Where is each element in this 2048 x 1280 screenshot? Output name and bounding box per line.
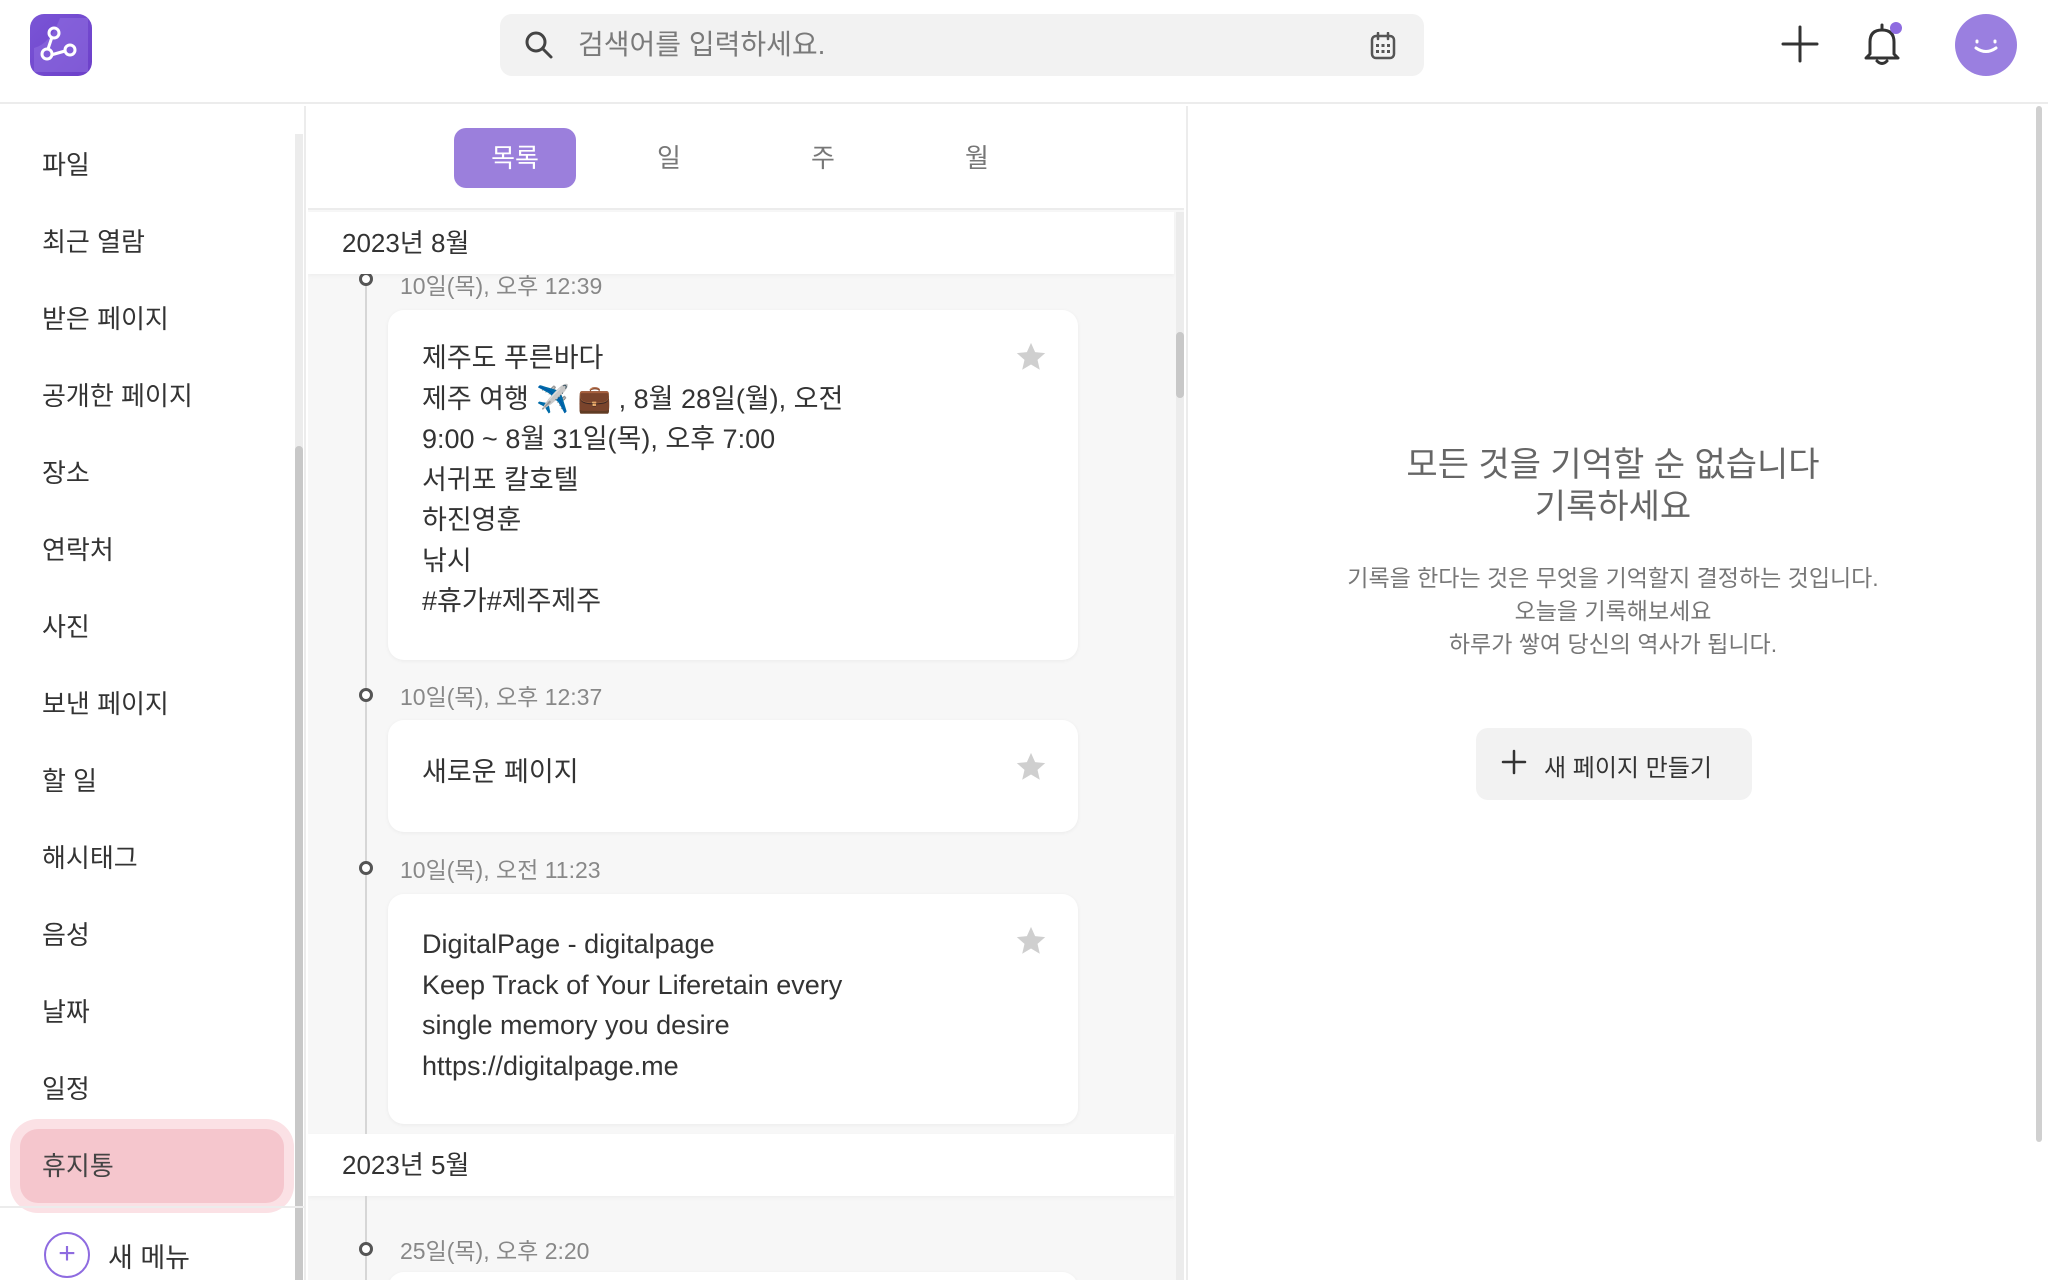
sidebar-item-trash[interactable]: 휴지통 (20, 1129, 284, 1203)
tab-week[interactable]: 주 (762, 128, 884, 188)
timeline-scrollbar-thumb[interactable] (1176, 332, 1184, 398)
new-page-button[interactable]: 새 페이지 만들기 (1476, 728, 1752, 800)
month-header: 2023년 5월 (308, 1134, 1174, 1196)
plus-circle-icon: + (44, 1232, 90, 1278)
plus-icon[interactable] (1780, 24, 1820, 64)
timeline-dot (359, 688, 373, 702)
sidebar-item-sent[interactable]: 보낸 페이지 (20, 667, 284, 741)
top-header (0, 0, 2048, 104)
empty-state-title: 모든 것을 기억할 순 없습니다 기록하세요 (1188, 444, 2038, 528)
search-input[interactable] (578, 22, 1338, 68)
search-bar[interactable] (500, 14, 1424, 76)
card-content: 새로운 페이지 (422, 752, 579, 793)
card-content: 제주도 푸른바다 제주 여행 ✈️ 💼 , 8월 28일(월), 오전 9:00… (422, 338, 843, 622)
card-content: DigitalPage - digitalpage Keep Track of … (422, 924, 842, 1086)
tab-month[interactable]: 월 (916, 128, 1038, 188)
notification-button[interactable] (1860, 20, 1904, 68)
new-page-button-label: 새 페이지 만들기 (1544, 755, 1712, 782)
sidebar-item-places[interactable]: 장소 (20, 436, 284, 510)
new-menu-label: 새 메뉴 (108, 1243, 191, 1273)
card-line: Keep Track of Your Liferetain every (422, 969, 843, 1000)
sidebar-item-received[interactable]: 받은 페이지 (20, 282, 284, 356)
sidebar-item-contacts[interactable]: 연락처 (20, 513, 284, 587)
timeline-line (365, 276, 367, 1234)
card-line: https://digitalpage.me (422, 1050, 679, 1081)
empty-desc-line: 하루가 쌓여 당신의 역사가 됩니다. (1448, 631, 1778, 657)
star-icon[interactable] (1014, 924, 1048, 958)
sidebar-item-schedule[interactable]: 일정 (20, 1052, 284, 1126)
smiley-avatar-icon (1974, 39, 1998, 53)
view-tabs: 목록 일 주 월 (308, 106, 1184, 210)
sidebar-item-photos[interactable]: 사진 (20, 590, 284, 664)
avatar[interactable] (1955, 14, 2017, 76)
sidebar-item-files[interactable]: 파일 (20, 128, 284, 202)
timeline-dot (359, 272, 373, 286)
card-line: 서귀포 칼호텔 (422, 464, 579, 495)
sidebar-item-recent[interactable]: 최근 열람 (20, 205, 284, 279)
card-line: DigitalPage - digitalpage (422, 929, 715, 959)
plus-icon (1501, 749, 1527, 775)
sidebar-scrollbar-thumb[interactable] (295, 446, 303, 1280)
sidebar-item-public[interactable]: 공개한 페이지 (20, 359, 284, 433)
sidebar-item-dates[interactable]: 날짜 (20, 975, 284, 1049)
notification-badge (1890, 22, 1902, 34)
entry-time: 25일(목), 오후 2:20 (400, 1238, 590, 1264)
card-line: 하진영훈 (422, 505, 522, 535)
card-line: 새로운 페이지 (422, 757, 579, 787)
sidebar-item-voice[interactable]: 음성 (20, 898, 284, 972)
card-line: 낚시 (422, 545, 472, 576)
detail-panel: 모든 것을 기억할 순 없습니다 기록하세요 기록을 한다는 것은 무엇을 기억… (1186, 106, 2048, 1280)
card-line: 제주 여행 ✈️ 💼 , 8월 28일(월), 오전 (422, 383, 844, 414)
empty-title-line: 모든 것을 기억할 순 없습니다 (1406, 446, 1820, 484)
page-card[interactable]: 새로운 페이지 (388, 720, 1078, 832)
timeline-dot (359, 861, 373, 875)
timeline-dot (359, 1242, 373, 1256)
entry-time: 10일(목), 오후 12:37 (400, 684, 603, 710)
card-line: #휴가#제주제주 (422, 586, 602, 616)
search-icon (525, 31, 553, 59)
month-header: 2023년 8월 (308, 212, 1174, 274)
timeline-panel: 목록 일 주 월 10일(목), 오후 12:39 제주도 푸른바다 제주 여행… (308, 106, 1184, 1280)
empty-state-description: 기록을 한다는 것은 무엇을 기억할지 결정하는 것입니다. 오늘을 기록해보세… (1188, 562, 2038, 661)
empty-desc-line: 기록을 한다는 것은 무엇을 기억할지 결정하는 것입니다. (1347, 565, 1879, 591)
card-line: 제주도 푸른바다 (422, 343, 604, 373)
sidebar-item-todo[interactable]: 할 일 (20, 744, 284, 818)
empty-title-line: 기록하세요 (1534, 488, 1692, 526)
entry-time: 10일(목), 오전 11:23 (400, 857, 601, 883)
page-card[interactable] (388, 1272, 1078, 1280)
star-icon[interactable] (1014, 750, 1048, 784)
tab-list[interactable]: 목록 (454, 128, 576, 188)
star-icon[interactable] (1014, 340, 1048, 374)
card-line: 9:00 ~ 8월 31일(목), 오후 7:00 (422, 424, 776, 454)
calendar-icon[interactable] (1370, 32, 1396, 60)
sidebar: 파일 최근 열람 받은 페이지 공개한 페이지 장소 연락처 사진 보낸 페이지… (0, 106, 306, 1280)
detail-scrollbar[interactable] (2036, 106, 2042, 1142)
app-logo-icon[interactable] (30, 14, 92, 76)
page-card[interactable]: DigitalPage - digitalpage Keep Track of … (388, 894, 1078, 1124)
card-line: single memory you desire (422, 1010, 730, 1040)
page-card[interactable]: 제주도 푸른바다 제주 여행 ✈️ 💼 , 8월 28일(월), 오전 9:00… (388, 310, 1078, 660)
sidebar-item-hashtags[interactable]: 해시태그 (20, 821, 284, 895)
timeline-line (365, 1196, 367, 1280)
sidebar-divider (0, 1206, 306, 1208)
tab-day[interactable]: 일 (608, 128, 730, 188)
empty-desc-line: 오늘을 기록해보세요 (1514, 598, 1712, 624)
